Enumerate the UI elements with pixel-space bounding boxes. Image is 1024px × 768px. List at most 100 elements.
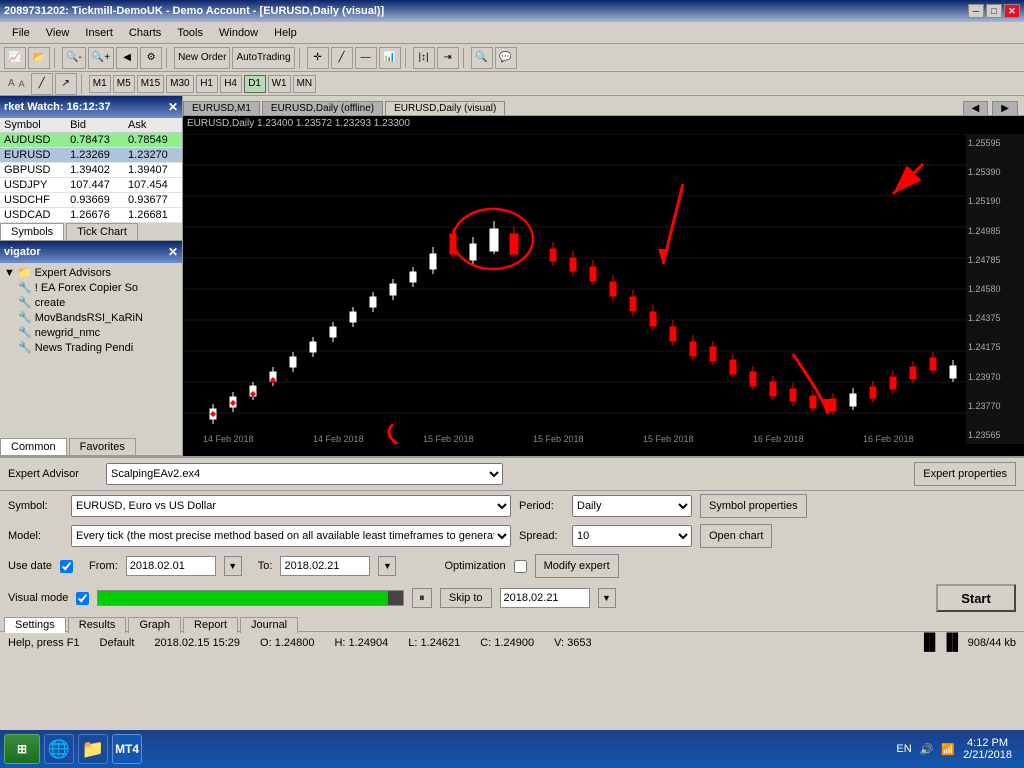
properties-button[interactable]: ⚙	[140, 47, 162, 69]
tab-results[interactable]: Results	[68, 617, 127, 633]
tf-m15[interactable]: M15	[137, 75, 164, 93]
nav-item-ea3[interactable]: 🔧 MovBandsRSI_KaRiN	[2, 310, 180, 325]
tf-m1[interactable]: M1	[89, 75, 111, 93]
price-10: 1.23770	[968, 401, 1022, 411]
separator-2	[166, 48, 170, 68]
new-chart-button[interactable]: 📈	[4, 47, 26, 69]
chart-tab-daily-visual[interactable]: EURUSD,Daily (visual)	[385, 101, 505, 115]
tab-favorites[interactable]: Favorites	[69, 438, 136, 455]
line-button[interactable]: ╱	[331, 47, 353, 69]
nav-item-ea5[interactable]: 🔧 News Trading Pendi	[2, 340, 180, 355]
table-row[interactable]: AUDUSD0.784730.78549	[0, 133, 182, 148]
chart-nav-prev[interactable]: ◀	[963, 101, 989, 115]
symbol-properties-button[interactable]: Symbol properties	[700, 494, 807, 518]
nav-item-ea1[interactable]: 🔧 ! EA Forex Copier So	[2, 280, 180, 295]
skip-to-button[interactable]: Skip to	[440, 588, 492, 608]
skip-date-picker[interactable]: ▼	[598, 588, 616, 608]
open-button[interactable]: 📂	[28, 47, 50, 69]
tab-symbols[interactable]: Symbols	[0, 223, 64, 240]
start-button[interactable]: Start	[936, 584, 1016, 612]
auto-trading-button[interactable]: AutoTrading	[232, 47, 294, 69]
maximize-button[interactable]: □	[986, 4, 1002, 18]
tf-h4[interactable]: H4	[220, 75, 242, 93]
nav-item-ea4[interactable]: 🔧 newgrid_nmc	[2, 325, 180, 340]
spread-select[interactable]: 10	[572, 525, 692, 547]
zoom-out-button[interactable]: 🔍-	[62, 47, 86, 69]
progress-bar	[97, 590, 404, 606]
close-button[interactable]: ✕	[1004, 4, 1020, 18]
period-sep-button[interactable]: |↕|	[413, 47, 435, 69]
chart-nav-next[interactable]: ▶	[992, 101, 1018, 115]
tab-report[interactable]: Report	[183, 617, 238, 633]
menu-file[interactable]: File	[4, 25, 38, 41]
minimize-button[interactable]: ─	[968, 4, 984, 18]
search-button[interactable]: 🔍	[471, 47, 493, 69]
to-date-picker[interactable]: ▼	[378, 556, 396, 576]
line-style-button[interactable]: ╱	[31, 73, 53, 95]
zoom-in-button[interactable]: 🔍+	[88, 47, 114, 69]
to-date-input[interactable]	[280, 556, 370, 576]
tf-mn[interactable]: MN	[293, 75, 317, 93]
menu-window[interactable]: Window	[211, 25, 266, 41]
tf-m30[interactable]: M30	[166, 75, 193, 93]
menu-charts[interactable]: Charts	[121, 25, 169, 41]
menu-bar: File View Insert Charts Tools Window Hel…	[0, 22, 1024, 44]
chart-tab-daily-offline[interactable]: EURUSD,Daily (offline)	[262, 101, 383, 115]
nav-item-expert-advisors[interactable]: ▼ 📁 Expert Advisors	[2, 265, 180, 280]
taskbar-icon-chrome[interactable]: 🌐	[44, 734, 74, 764]
strategy-tester-panel: Expert Advisor ScalpingEAv2.ex4 Expert p…	[0, 456, 1024, 631]
use-date-checkbox[interactable]	[60, 560, 73, 573]
from-date-input[interactable]	[126, 556, 216, 576]
tab-journal[interactable]: Journal	[240, 617, 298, 633]
chart-canvas[interactable]: EURUSD,Daily 1.23400 1.23572 1.23293 1.2…	[183, 116, 1024, 456]
period-select[interactable]: Daily	[572, 495, 692, 517]
ea-select[interactable]: ScalpingEAv2.ex4	[106, 463, 503, 485]
tab-graph[interactable]: Graph	[128, 617, 181, 633]
taskbar-icon-explorer[interactable]: 📁	[78, 734, 108, 764]
tab-tick-chart[interactable]: Tick Chart	[66, 223, 138, 240]
tab-common[interactable]: Common	[0, 438, 67, 455]
font-size-label: A	[8, 78, 15, 89]
menu-insert[interactable]: Insert	[77, 25, 121, 41]
market-watch-close[interactable]: ✕	[168, 100, 178, 114]
table-row[interactable]: USDCAD1.266761.26681	[0, 208, 182, 223]
expert-properties-button[interactable]: Expert properties	[914, 462, 1016, 486]
start-button-taskbar[interactable]: ⊞	[4, 734, 40, 764]
arrow-button[interactable]: ↗	[55, 73, 77, 95]
symbol-select[interactable]: EURUSD, Euro vs US Dollar	[71, 495, 511, 517]
price-7: 1.24375	[968, 313, 1022, 323]
indicator-button[interactable]: 📊	[379, 47, 401, 69]
tf-m5[interactable]: M5	[113, 75, 135, 93]
skip-date-input[interactable]	[500, 588, 590, 608]
menu-view[interactable]: View	[38, 25, 78, 41]
tf-w1[interactable]: W1	[268, 75, 291, 93]
new-order-button[interactable]: New Order	[174, 47, 230, 69]
model-select[interactable]: Every tick (the most precise method base…	[71, 525, 511, 547]
tf-h1[interactable]: H1	[196, 75, 218, 93]
from-date-picker[interactable]: ▼	[224, 556, 242, 576]
nav-item-ea2[interactable]: 🔧 create	[2, 295, 180, 310]
open-chart-button[interactable]: Open chart	[700, 524, 772, 548]
hline-button[interactable]: —	[355, 47, 377, 69]
optimization-checkbox[interactable]	[514, 560, 527, 573]
menu-tools[interactable]: Tools	[169, 25, 211, 41]
table-row[interactable]: GBPUSD1.394021.39407	[0, 163, 182, 178]
scroll-button[interactable]: ◀	[116, 47, 138, 69]
table-row[interactable]: USDJPY107.447107.454	[0, 178, 182, 193]
pause-button[interactable]: ⏸	[412, 588, 432, 608]
comment-button[interactable]: 💬	[495, 47, 517, 69]
table-row[interactable]: USDCHF0.936690.93677	[0, 193, 182, 208]
navigator-close[interactable]: ✕	[168, 245, 178, 259]
window-title: 2089731202: Tickmill-DemoUK - Demo Accou…	[4, 5, 384, 17]
chart-tab-m1[interactable]: EURUSD,M1	[183, 101, 260, 115]
chart-shift-button[interactable]: ⇥	[437, 47, 459, 69]
taskbar-icon-metatrader[interactable]: MT4	[112, 734, 142, 764]
crosshair-button[interactable]: ✛	[307, 47, 329, 69]
tf-d1[interactable]: D1	[244, 75, 266, 93]
visual-mode-checkbox[interactable]	[76, 592, 89, 605]
menu-help[interactable]: Help	[266, 25, 305, 41]
modify-expert-button[interactable]: Modify expert	[535, 554, 619, 578]
table-row[interactable]: EURUSD1.232691.23270	[0, 148, 182, 163]
price-11: 1.23565	[968, 430, 1022, 440]
tab-settings[interactable]: Settings	[4, 617, 66, 633]
